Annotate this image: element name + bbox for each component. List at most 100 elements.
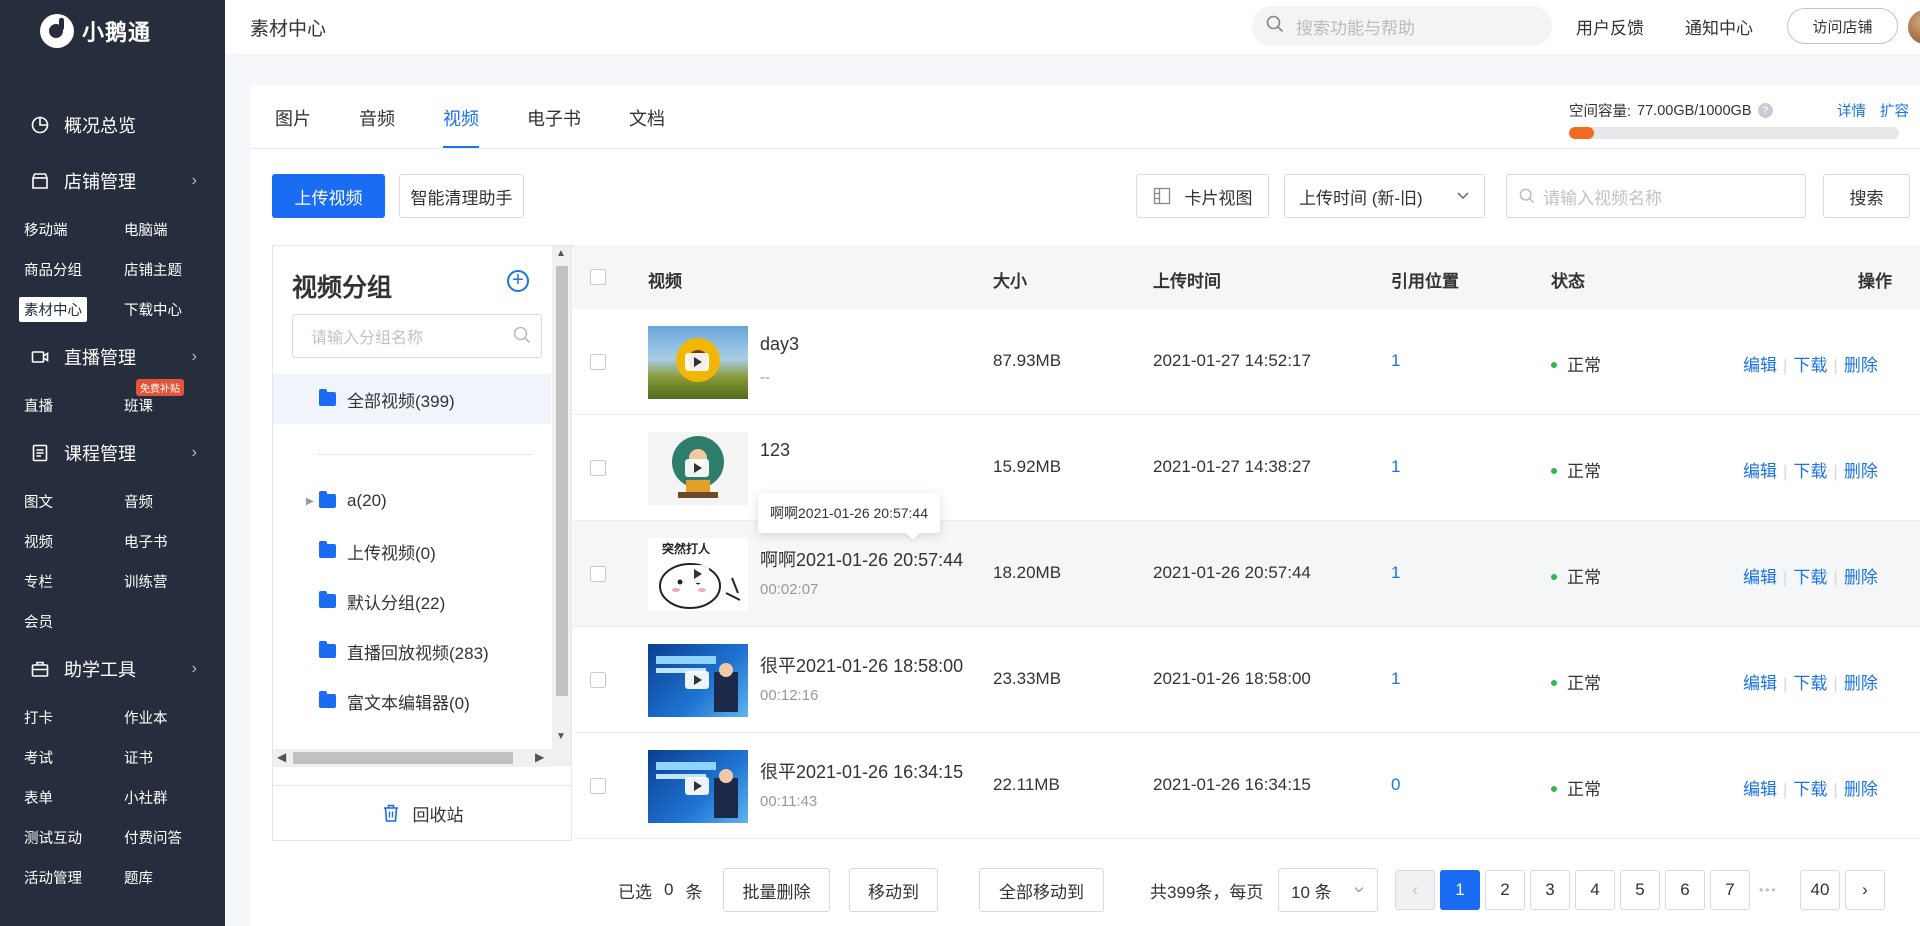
download-link[interactable]: 下载 bbox=[1793, 462, 1827, 481]
row-checkbox[interactable] bbox=[590, 672, 606, 688]
page-6[interactable]: 6 bbox=[1665, 870, 1705, 910]
nav-overview[interactable]: 概况总览 bbox=[0, 97, 225, 153]
download-link[interactable]: 下载 bbox=[1793, 568, 1827, 587]
scroll-up-icon[interactable]: ▲ bbox=[556, 248, 566, 259]
select-all-checkbox[interactable] bbox=[590, 269, 606, 285]
nav-course[interactable]: 课程管理 › bbox=[0, 425, 225, 481]
sidebar-item-certificate[interactable]: 证书 bbox=[124, 737, 224, 777]
video-search-input[interactable]: 请输入视频名称 bbox=[1506, 174, 1806, 218]
row-checkbox[interactable] bbox=[590, 354, 606, 370]
nav-store[interactable]: 店铺管理 › bbox=[0, 153, 225, 209]
sidebar-item-pc[interactable]: 电脑端 bbox=[124, 209, 224, 249]
delete-link[interactable]: 删除 bbox=[1844, 356, 1878, 375]
sidebar-item-quiz[interactable]: 测试互动 bbox=[24, 817, 124, 857]
video-thumbnail[interactable] bbox=[648, 750, 748, 823]
delete-link[interactable]: 删除 bbox=[1844, 780, 1878, 799]
move-all-button[interactable]: 全部移动到 bbox=[979, 868, 1104, 912]
smart-cleanup-button[interactable]: 智能清理助手 bbox=[399, 174, 524, 218]
scroll-right-icon[interactable]: ▶ bbox=[535, 750, 544, 764]
group-item-uploaded[interactable]: 上传视频(0) bbox=[273, 526, 551, 576]
download-link[interactable]: 下载 bbox=[1793, 780, 1827, 799]
delete-link[interactable]: 删除 bbox=[1844, 674, 1878, 693]
sidebar-item-paid-qa[interactable]: 付费问答 bbox=[124, 817, 224, 857]
group-item-live-replay[interactable]: 直播回放视频(283) bbox=[273, 626, 551, 676]
page-2[interactable]: 2 bbox=[1485, 870, 1525, 910]
sidebar-item-question-bank[interactable]: 题库 bbox=[124, 857, 224, 897]
logo[interactable]: 小鹅通 bbox=[0, 0, 225, 62]
row-checkbox[interactable] bbox=[590, 566, 606, 582]
group-horizontal-scrollbar[interactable]: ◀ ▶ bbox=[273, 749, 552, 767]
sidebar-item-camp[interactable]: 训练营 bbox=[124, 561, 224, 601]
group-item-rich-text[interactable]: 富文本编辑器(0) bbox=[273, 676, 551, 726]
download-link[interactable]: 下载 bbox=[1793, 356, 1827, 375]
scroll-thumb[interactable] bbox=[293, 752, 513, 764]
sidebar-item-community[interactable]: 小社群 bbox=[124, 777, 224, 817]
tab-ebook[interactable]: 电子书 bbox=[527, 105, 581, 149]
video-name[interactable]: day3 bbox=[760, 334, 799, 355]
page-size-select[interactable]: 10 条 bbox=[1278, 868, 1378, 912]
video-reference-count[interactable]: 1 bbox=[1391, 669, 1400, 689]
scroll-left-icon[interactable]: ◀ bbox=[277, 750, 286, 764]
sidebar-item-member[interactable]: 会员 bbox=[24, 601, 124, 641]
table-row[interactable]: 很平2021-01-26 18:58:00 00:12:16 23.33MB 2… bbox=[573, 627, 1920, 733]
page-7[interactable]: 7 bbox=[1710, 870, 1750, 910]
video-name[interactable]: 很平2021-01-26 18:58:00 bbox=[760, 652, 963, 678]
video-name[interactable]: 很平2021-01-26 16:34:15 bbox=[760, 758, 963, 784]
capacity-details-link[interactable]: 详情 bbox=[1837, 100, 1866, 121]
video-reference-count[interactable]: 1 bbox=[1391, 351, 1400, 371]
global-search-input[interactable]: 搜索功能与帮助 bbox=[1252, 6, 1552, 46]
video-name[interactable]: 啊啊2021-01-26 20:57:44 bbox=[760, 546, 963, 572]
sidebar-item-mobile[interactable]: 移动端 bbox=[24, 209, 124, 249]
scroll-down-icon[interactable]: ▼ bbox=[556, 731, 566, 742]
tab-audio[interactable]: 音频 bbox=[359, 105, 395, 149]
page-last[interactable]: 40 bbox=[1800, 870, 1840, 910]
sidebar-item-download-center[interactable]: 下载中心 bbox=[124, 289, 224, 329]
sidebar-item-column[interactable]: 专栏 bbox=[24, 561, 124, 601]
notification-center-link[interactable]: 通知中心 bbox=[1685, 14, 1753, 39]
video-thumbnail[interactable]: 突然打人 bbox=[648, 538, 748, 611]
sidebar-item-audio[interactable]: 音频 bbox=[124, 481, 224, 521]
download-link[interactable]: 下载 bbox=[1793, 674, 1827, 693]
group-search-input[interactable]: 请输入分组名称 bbox=[292, 314, 542, 358]
upload-video-button[interactable]: 上传视频 bbox=[272, 174, 385, 218]
page-1[interactable]: 1 bbox=[1440, 870, 1480, 910]
batch-delete-button[interactable]: 批量删除 bbox=[723, 868, 830, 912]
page-4[interactable]: 4 bbox=[1575, 870, 1615, 910]
sidebar-item-ebook[interactable]: 电子书 bbox=[124, 521, 224, 561]
tab-image[interactable]: 图片 bbox=[275, 105, 311, 149]
avatar[interactable] bbox=[1908, 10, 1920, 44]
video-thumbnail[interactable] bbox=[648, 432, 748, 505]
delete-link[interactable]: 删除 bbox=[1844, 568, 1878, 587]
sidebar-item-video[interactable]: 视频 bbox=[24, 521, 124, 561]
edit-link[interactable]: 编辑 bbox=[1743, 568, 1777, 587]
video-thumbnail[interactable] bbox=[648, 326, 748, 399]
caret-right-icon[interactable]: ▶ bbox=[306, 496, 314, 507]
prev-page-button[interactable]: ‹ bbox=[1395, 870, 1435, 910]
sidebar-item-class[interactable]: 免费补贴 班课 bbox=[124, 379, 224, 425]
search-button[interactable]: 搜索 bbox=[1823, 174, 1910, 218]
tab-document[interactable]: 文档 bbox=[629, 105, 665, 149]
next-page-button[interactable]: › bbox=[1845, 870, 1885, 910]
page-ellipsis[interactable]: ••• bbox=[1759, 868, 1778, 912]
group-item-all[interactable]: 全部视频(399) bbox=[273, 374, 551, 424]
visit-store-button[interactable]: 访问店铺 bbox=[1787, 8, 1898, 44]
edit-link[interactable]: 编辑 bbox=[1743, 780, 1777, 799]
scroll-thumb[interactable] bbox=[556, 266, 568, 696]
help-icon[interactable]: ? bbox=[1757, 103, 1773, 118]
page-5[interactable]: 5 bbox=[1620, 870, 1660, 910]
row-checkbox[interactable] bbox=[590, 778, 606, 794]
sidebar-item-material-center[interactable]: 素材中心 bbox=[19, 289, 124, 329]
table-row[interactable]: 啊啊2021-01-26 20:57:44 突然打人 啊啊2021-01-26 … bbox=[573, 493, 1920, 627]
sidebar-item-form[interactable]: 表单 bbox=[24, 777, 124, 817]
move-to-button[interactable]: 移动到 bbox=[849, 868, 938, 912]
add-group-icon[interactable]: + bbox=[507, 270, 529, 292]
recycle-bin-button[interactable]: 回收站 bbox=[273, 785, 571, 840]
video-thumbnail[interactable] bbox=[648, 644, 748, 717]
sidebar-item-live[interactable]: 直播 bbox=[24, 385, 124, 425]
edit-link[interactable]: 编辑 bbox=[1743, 462, 1777, 481]
video-reference-count[interactable]: 1 bbox=[1391, 563, 1400, 583]
group-item-a[interactable]: ▶ a(20) bbox=[273, 476, 551, 526]
row-checkbox[interactable] bbox=[590, 460, 606, 476]
sort-select[interactable]: 上传时间 (新-旧) bbox=[1284, 174, 1485, 218]
sidebar-item-activity[interactable]: 活动管理 bbox=[24, 857, 124, 897]
